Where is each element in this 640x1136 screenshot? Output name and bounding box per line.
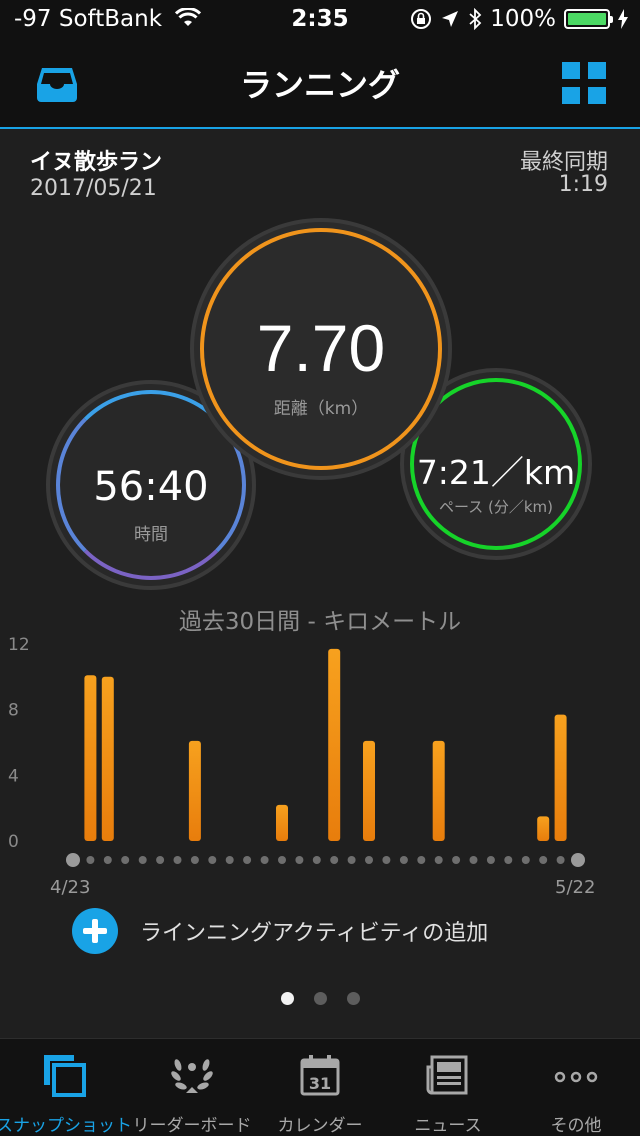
day-dot <box>521 856 530 864</box>
page-dot[interactable] <box>280 992 294 1005</box>
day-dot <box>556 856 565 864</box>
battery-percent: 100% <box>490 6 556 32</box>
x-end-label: 5/22 <box>555 877 595 898</box>
day-dot <box>399 856 408 864</box>
day-dot <box>278 856 286 864</box>
header-divider <box>0 127 640 129</box>
day-dot <box>295 856 304 864</box>
time-label: 時間 <box>134 525 168 545</box>
day-dot <box>539 856 548 864</box>
y-tick-label: 0 <box>8 832 19 852</box>
day-dot <box>382 856 391 864</box>
day-dot <box>190 856 199 864</box>
rotation-lock-icon <box>411 9 432 29</box>
chart-bar[interactable] <box>101 676 114 841</box>
day-dot <box>208 856 217 864</box>
day-dot <box>121 856 130 864</box>
add-activity-row[interactable]: ラインニングアクティビティの追加 <box>72 908 488 954</box>
status-right: 100% <box>410 6 628 32</box>
day-dot <box>571 853 585 867</box>
distance-value: 7.70 <box>256 311 386 385</box>
calendar-day-text: 31 <box>309 1074 331 1093</box>
day-dot <box>469 856 478 864</box>
grid-icon <box>562 62 606 104</box>
chart-bar[interactable] <box>554 714 567 841</box>
tab-leaderboard-label: リーダーボード <box>132 1116 252 1136</box>
day-dot <box>173 856 182 864</box>
distance-label: 距離（km） <box>273 399 369 419</box>
chart-bar[interactable] <box>84 675 97 841</box>
x-start-label: 4/23 <box>50 877 90 898</box>
day-dot <box>156 856 165 864</box>
chart-title: 過去30日間 - キロメートル <box>178 609 462 635</box>
day-dot <box>138 856 147 864</box>
bluetooth-icon <box>469 8 482 30</box>
distance-circle[interactable]: 7.70 距離（km） <box>190 218 452 480</box>
tab-calendar[interactable]: 31 カレンダー <box>256 1039 384 1136</box>
inbox-icon <box>37 68 77 102</box>
day-dot <box>243 856 252 864</box>
day-dot <box>225 856 234 864</box>
pace-value: 7:21／km <box>416 453 576 492</box>
calendar-icon: 31 <box>300 1055 340 1096</box>
activity-date: 2017/05/21 <box>30 176 157 201</box>
widgets-grid-button[interactable] <box>562 62 606 104</box>
location-icon <box>442 11 459 27</box>
chart-bar[interactable] <box>432 740 445 841</box>
day-dot <box>365 856 373 864</box>
more-icon <box>554 1071 598 1083</box>
activity-name: イヌ散歩ラン <box>30 150 163 175</box>
tab-news-label: ニュース <box>414 1116 482 1136</box>
chart-bar[interactable] <box>328 648 341 841</box>
distance-bar-chart[interactable]: 0 4 8 12 4/23 5/22 <box>0 632 640 898</box>
chart-bar[interactable] <box>537 816 550 841</box>
day-dot <box>504 856 513 864</box>
tab-snapshot[interactable]: スナップショット <box>0 1039 132 1136</box>
day-dot <box>260 856 269 864</box>
chart-bar[interactable] <box>188 740 201 841</box>
page-dot[interactable] <box>346 992 360 1005</box>
charging-icon <box>618 9 628 29</box>
last-sync-time: 1:19 <box>558 172 608 197</box>
page-title: ランニング <box>239 66 400 104</box>
snapshot-icon <box>44 1055 86 1097</box>
battery-icon <box>564 9 613 29</box>
day-dot <box>417 856 426 864</box>
tab-more[interactable]: その他 <box>512 1039 640 1136</box>
chart-bar[interactable] <box>276 804 288 841</box>
page-indicator <box>0 992 640 1005</box>
tab-bar: スナップショット リーダーボード 31 カレンダー ニュース その他 <box>0 1038 640 1136</box>
y-tick-label: 8 <box>8 701 19 721</box>
y-tick-label: 4 <box>8 766 19 786</box>
tab-snapshot-label: スナップショット <box>0 1116 132 1136</box>
day-dot <box>330 856 339 864</box>
add-activity-label: ラインニングアクティビティの追加 <box>140 921 489 946</box>
day-dot <box>434 856 443 864</box>
laurel-icon <box>171 1059 213 1093</box>
day-dot <box>347 856 356 864</box>
day-dot <box>86 856 95 864</box>
y-tick-label: 12 <box>8 635 30 655</box>
pace-label: ペース (分／km) <box>438 498 554 516</box>
tab-more-label: その他 <box>550 1116 602 1136</box>
plus-icon <box>72 908 118 954</box>
tab-news[interactable]: ニュース <box>384 1039 512 1136</box>
tab-leaderboard[interactable]: リーダーボード <box>128 1039 256 1136</box>
tab-calendar-label: カレンダー <box>277 1116 363 1136</box>
inbox-button[interactable] <box>36 64 78 104</box>
chart-bar[interactable] <box>363 740 375 841</box>
day-dot <box>66 853 80 867</box>
news-icon <box>426 1055 468 1095</box>
day-dot <box>312 856 321 864</box>
page-dot[interactable] <box>313 992 327 1005</box>
day-dot <box>452 856 461 864</box>
day-dot <box>486 856 495 864</box>
time-value: 56:40 <box>93 464 209 510</box>
day-dot <box>103 856 112 864</box>
